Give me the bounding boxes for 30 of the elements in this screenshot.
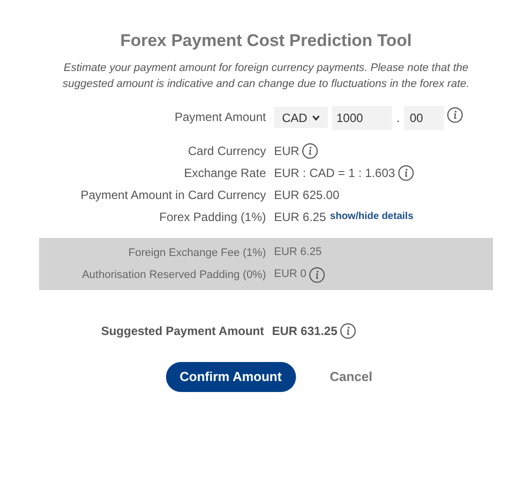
field-label: Exchange Rate	[182, 164, 266, 182]
info-icon[interactable]	[340, 322, 356, 338]
field-label: Forex Padding (1%)	[158, 208, 266, 226]
confirm-button[interactable]: Confirm Amount	[166, 362, 296, 392]
decimal-separator: .	[396, 110, 400, 126]
field-value: EUR : CAD = 1 : 1.603	[274, 164, 396, 182]
field-value: EUR 6.25	[274, 208, 326, 226]
field-value: EUR 6.25	[274, 245, 322, 260]
field-value: EUR 631.25	[272, 322, 338, 340]
details-link[interactable]: show/hide details	[330, 209, 414, 224]
amount-field[interactable]: 1000	[332, 106, 392, 130]
field-value: EUR 0	[274, 267, 306, 282]
page-title: Forex Payment Cost Prediction Tool	[119, 30, 413, 52]
field-label: Authorisation Reserved Padding (0%)	[80, 268, 266, 282]
field-label: Payment Amount	[174, 108, 266, 126]
info-icon[interactable]	[398, 164, 414, 180]
description-text: Estimate your payment amount for foreign currency payments. Please note that the suggested amount is indicative and can change due to fluctuations in the forex rate.	[62, 60, 470, 92]
currency-dropdown[interactable]: CAD	[274, 107, 328, 128]
field-value: EUR	[274, 142, 300, 160]
field-label: Foreign Exchange Fee (1%)	[127, 246, 266, 260]
info-icon[interactable]	[446, 106, 463, 122]
field-value: EUR 625.00	[274, 186, 340, 204]
info-icon[interactable]	[309, 266, 326, 282]
info-icon[interactable]	[302, 142, 318, 158]
field-label: Suggested Payment Amount	[100, 322, 264, 340]
caret-icon	[312, 114, 320, 120]
field-label: Card Currency	[186, 142, 266, 160]
field-label: Payment Amount in Card Currency	[80, 186, 266, 204]
cancel-button[interactable]: Cancel	[326, 362, 376, 392]
decimal-field[interactable]: 00	[404, 106, 444, 130]
